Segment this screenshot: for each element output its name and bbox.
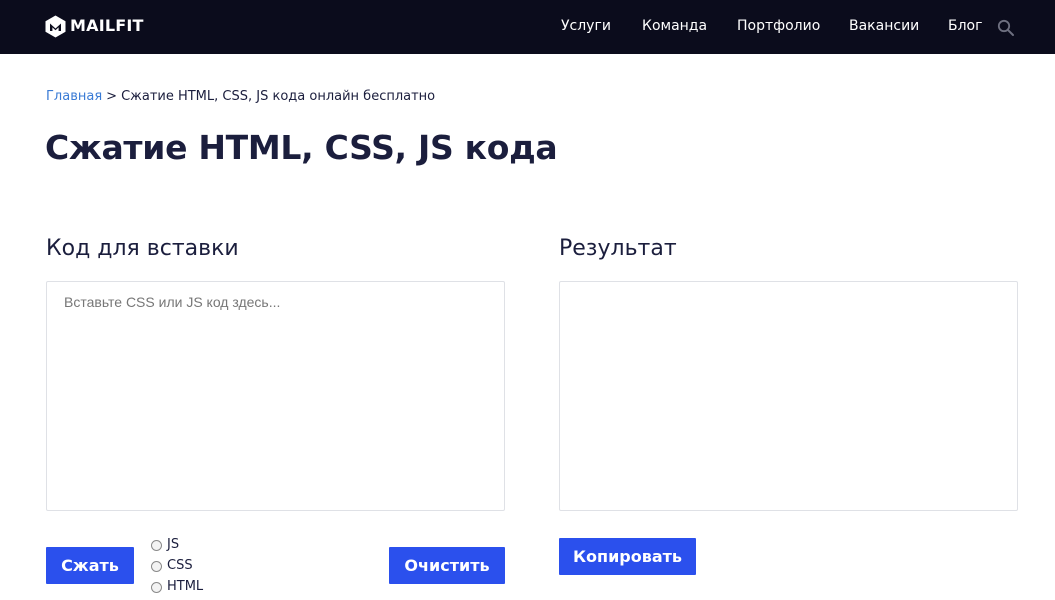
mailfit-logo-icon — [45, 15, 66, 37]
nav-item-vacancies[interactable]: Вакансии — [849, 17, 919, 35]
compress-button[interactable]: Сжать — [46, 547, 134, 584]
mode-radio-label: JS — [167, 537, 180, 552]
nav-item-services[interactable]: Услуги — [561, 17, 611, 35]
copy-button[interactable]: Копировать — [559, 538, 696, 575]
breadcrumb-home-link[interactable]: Главная — [46, 89, 102, 104]
code-input-textarea[interactable] — [46, 281, 505, 511]
nav-item-portfolio[interactable]: Портфолио — [737, 17, 820, 35]
mode-radio-label: HTML — [167, 579, 204, 594]
input-section-heading: Код для вставки — [46, 236, 239, 261]
breadcrumb-separator: > — [106, 89, 118, 104]
top-navigation-bar: MAILFIT Услуги Команда Портфолио Ваканси… — [0, 0, 1055, 54]
page-title: Сжатие HTML, CSS, JS кода — [45, 128, 558, 167]
brand-name: MAILFIT — [70, 16, 144, 35]
mode-radio-label: CSS — [167, 558, 193, 573]
mode-radio-html[interactable]: HTML — [151, 579, 203, 595]
nav-item-team[interactable]: Команда — [642, 17, 707, 35]
radio-circle-icon[interactable] — [151, 560, 162, 572]
breadcrumb: Главная > Сжатие HTML, CSS, JS кода онлайн… — [46, 88, 435, 105]
mode-radio-js[interactable]: JS — [151, 537, 179, 553]
search-icon[interactable] — [997, 19, 1015, 37]
logo-link[interactable]: MAILFIT — [45, 13, 144, 39]
nav-item-blog[interactable]: Блог — [948, 17, 982, 35]
radio-circle-icon[interactable] — [151, 581, 162, 593]
radio-circle-icon[interactable] — [151, 539, 162, 551]
mode-radio-css[interactable]: CSS — [151, 558, 193, 574]
breadcrumb-current: Сжатие HTML, CSS, JS кода онлайн бесплат… — [121, 89, 436, 104]
clear-button[interactable]: Очистить — [389, 547, 505, 584]
result-output-textarea[interactable] — [559, 281, 1018, 511]
result-section-heading: Результат — [559, 236, 677, 261]
